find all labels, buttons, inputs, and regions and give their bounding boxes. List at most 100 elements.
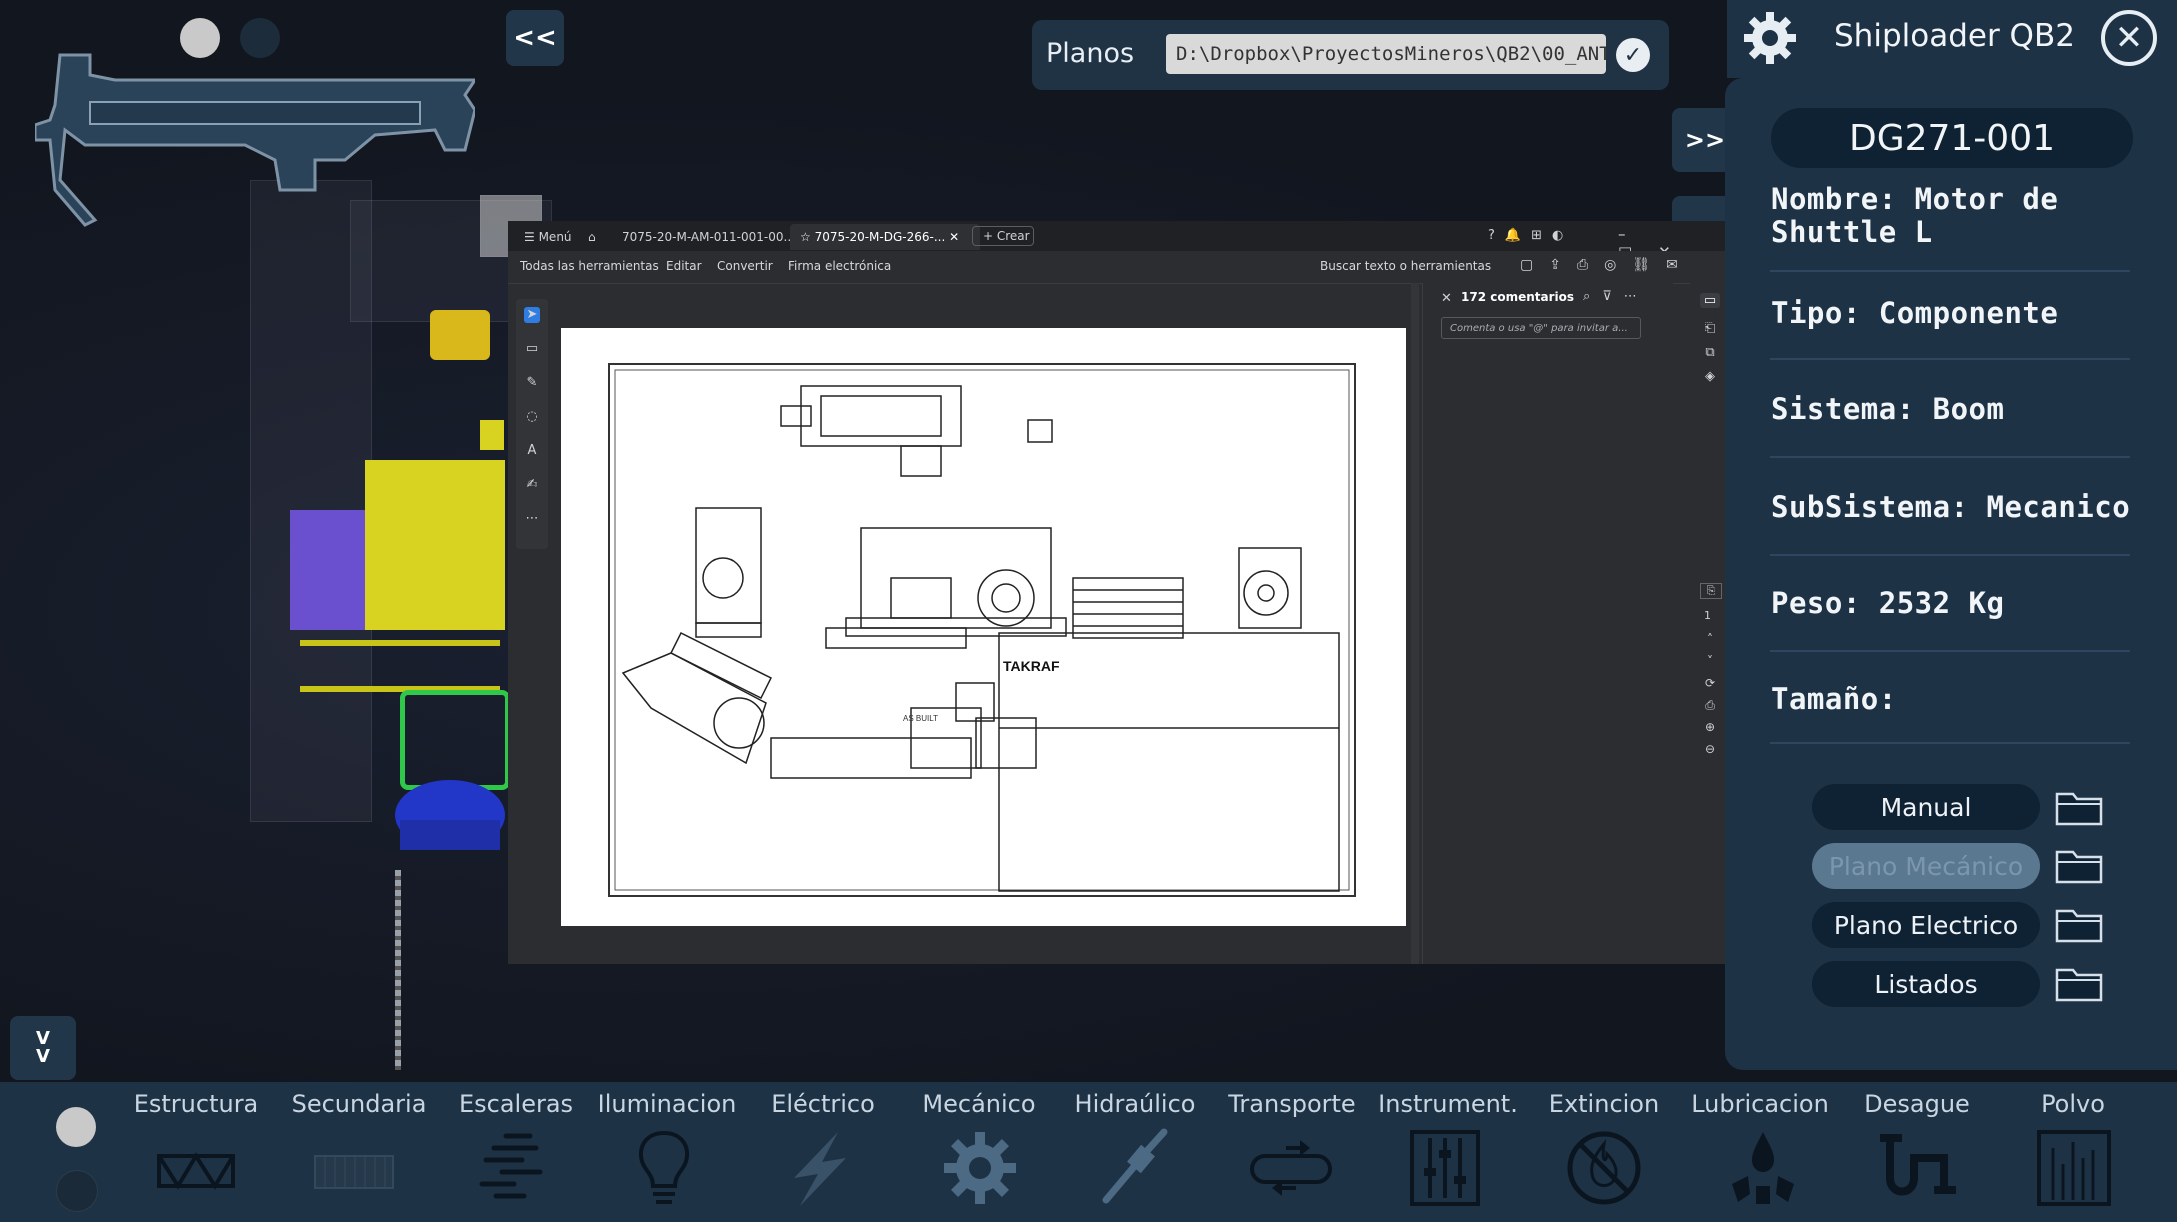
divider	[1770, 554, 2130, 556]
nav-icons[interactable]: ˄ ˅ ⟳ ⎙ ⊕ ⊖	[1702, 628, 1718, 760]
home-icon[interactable]: ⌂	[584, 224, 612, 250]
settings-gear-icon[interactable]	[1740, 8, 1800, 68]
viewer-menu-label: Menú	[538, 230, 572, 244]
cat-iluminacion-label[interactable]: Iluminacion	[592, 1090, 742, 1118]
menu-all-tools[interactable]: Todas las herramientas	[520, 259, 659, 273]
cat-polvo-label[interactable]: Polvo	[1998, 1090, 2148, 1118]
gear-icon[interactable]	[935, 1128, 1025, 1208]
cat-secundaria-label[interactable]: Secundaria	[284, 1090, 434, 1118]
cat-escaleras-label[interactable]: Escaleras	[441, 1090, 591, 1118]
viewer-tab-1[interactable]: 7075-20-M-AM-011-001-00...	[612, 224, 802, 250]
expand-down-button[interactable]: V V	[10, 1016, 76, 1080]
pen-tool-icon[interactable]: ✎	[524, 375, 540, 391]
folder-icon[interactable]	[2055, 846, 2103, 884]
cat-electrico-label[interactable]: Eléctrico	[748, 1090, 898, 1118]
divider	[1770, 650, 2130, 652]
page-number: 1	[1704, 609, 1711, 622]
viewer-tab-2[interactable]: ☆ 7075-20-M-DG-266-... ✕	[790, 224, 980, 250]
pdf-viewer-window[interactable]: ☰ Menú ⌂ 7075-20-M-AM-011-001-00... ☆ 70…	[508, 221, 1730, 964]
comment-tool-icon[interactable]: ▭	[524, 341, 540, 357]
more-tools-icon[interactable]: ⋯	[524, 511, 540, 527]
confirm-check-icon[interactable]: ✓	[1616, 38, 1650, 72]
manual-button[interactable]: Manual	[1812, 784, 2040, 830]
cat-hidraulico-label[interactable]: Hidraúlico	[1060, 1090, 1210, 1118]
yellow-component[interactable]	[430, 310, 490, 360]
structure-icon[interactable]	[151, 1128, 241, 1208]
viewer-tab-bar: ☰ Menú ⌂ 7075-20-M-AM-011-001-00... ☆ 70…	[508, 221, 1730, 261]
folder-icon[interactable]	[2055, 905, 2103, 943]
viewer-toolbar-icons[interactable]: ?🔔⊞◐	[1488, 228, 1573, 243]
comments-panel-icon[interactable]: ▭	[1700, 293, 1720, 308]
comments-tools[interactable]: ⌕⊽⋯	[1583, 289, 1649, 304]
cat-estructura-label[interactable]: Estructura	[121, 1090, 271, 1118]
viewer-search[interactable]: Buscar texto o herramientas	[1320, 259, 1491, 273]
toolbar-toggle-light[interactable]	[56, 1107, 96, 1147]
bulb-icon[interactable]	[619, 1128, 709, 1208]
divider	[1770, 270, 2130, 272]
lightning-icon[interactable]	[774, 1128, 864, 1208]
field-subsistema: SubSistema: Mecanico	[1771, 490, 2131, 524]
field-nombre: Nombre: Motor de	[1771, 182, 2059, 216]
select-tool-icon[interactable]: ➤	[524, 307, 540, 323]
panel-title: Shiploader QB2	[1834, 18, 2075, 54]
viewer-action-icons[interactable]: ▢⇪⎙◎⛓✉	[1520, 257, 1694, 273]
conveyor-icon[interactable]	[1246, 1128, 1336, 1208]
divider	[1770, 358, 2130, 360]
plano-mecanico-button[interactable]: Plano Mecánico	[1812, 843, 2040, 889]
divider	[1770, 456, 2130, 458]
field-nombre-cont: Shuttle L	[1771, 215, 1933, 249]
panel-icons[interactable]: ⎗ ⧉ ◈	[1700, 317, 1720, 389]
viewer-menu-button[interactable]: ☰ Menú	[514, 224, 594, 250]
pipe-icon[interactable]	[1872, 1128, 1962, 1208]
divider	[1770, 742, 2130, 744]
field-sistema: Sistema: Boom	[1771, 392, 2005, 426]
plano-electrico-button[interactable]: Plano Electrico	[1812, 902, 2040, 948]
cat-instrument-label[interactable]: Instrument.	[1373, 1090, 1523, 1118]
comments-title: 172 comentarios	[1461, 290, 1575, 304]
menu-edit[interactable]: Editar	[666, 259, 702, 273]
toolbar-toggle-dark[interactable]	[56, 1170, 98, 1212]
sign-tool-icon[interactable]: ✍	[524, 477, 540, 493]
no-fire-icon[interactable]	[1559, 1128, 1649, 1208]
viewer-menu-bar: Todas las herramientas Editar Convertir …	[508, 251, 1730, 284]
planos-label: Planos	[1046, 38, 1135, 69]
cat-lubricacion-label[interactable]: Lubricacion	[1685, 1090, 1835, 1118]
annotation-toolbar: ➤ ▭ ✎ ◌ A ✍ ⋯	[516, 299, 548, 549]
comment-input[interactable]: Comenta o usa "@" para invitar a...	[1441, 317, 1641, 339]
stairs-icon[interactable]	[466, 1128, 556, 1208]
secondary-icon[interactable]	[309, 1128, 399, 1208]
blue-base	[400, 820, 500, 850]
viewer-scrollbar[interactable]	[1411, 283, 1419, 964]
create-button[interactable]: + Crear	[972, 226, 1034, 246]
listados-button[interactable]: Listados	[1812, 961, 2040, 1007]
chain	[395, 870, 401, 1070]
planos-bar: Planos D:\Dropbox\ProyectosMineros\QB2\0…	[1032, 20, 1669, 90]
create-label: Crear	[996, 229, 1030, 243]
field-peso: Peso: 2532 Kg	[1771, 586, 2005, 620]
close-comments-icon[interactable]: ✕	[1441, 291, 1452, 306]
folder-icon[interactable]	[2055, 788, 2103, 826]
planos-path-input[interactable]: D:\Dropbox\ProyectosMineros\QB2\00_ANTEC	[1166, 34, 1606, 74]
oil-drop-icon[interactable]	[1718, 1128, 1808, 1208]
collapse-left-button[interactable]: <<	[506, 10, 564, 66]
field-tamano: Tamaño:	[1771, 682, 1897, 716]
close-panel-icon[interactable]: ✕	[2101, 10, 2157, 66]
folder-icon[interactable]	[2055, 964, 2103, 1002]
yellow-housing[interactable]	[365, 460, 505, 630]
drawing-page[interactable]: TAKRAF AS BUILT	[561, 328, 1406, 926]
cat-transporte-label[interactable]: Transporte	[1217, 1090, 1367, 1118]
sliders-icon[interactable]	[1400, 1128, 1490, 1208]
hydraulic-icon[interactable]	[1088, 1128, 1178, 1208]
lasso-tool-icon[interactable]: ◌	[524, 409, 540, 425]
cat-extincion-label[interactable]: Extincion	[1529, 1090, 1679, 1118]
text-tool-icon[interactable]: A	[524, 443, 540, 459]
menu-esign[interactable]: Firma electrónica	[788, 259, 891, 273]
page-thumbnail-icon[interactable]: ⎘	[1700, 583, 1722, 599]
dust-icon[interactable]	[2029, 1128, 2119, 1208]
machine-minimap-icon[interactable]	[35, 50, 475, 230]
drawing-brand: TAKRAF	[1003, 658, 1060, 674]
comments-panel: ✕ 172 comentarios ⌕⊽⋯ Comenta o usa "@" …	[1422, 283, 1673, 964]
cat-mecanico-label[interactable]: Mecánico	[904, 1090, 1054, 1118]
cat-desague-label[interactable]: Desague	[1842, 1090, 1992, 1118]
menu-convert[interactable]: Convertir	[717, 259, 773, 273]
